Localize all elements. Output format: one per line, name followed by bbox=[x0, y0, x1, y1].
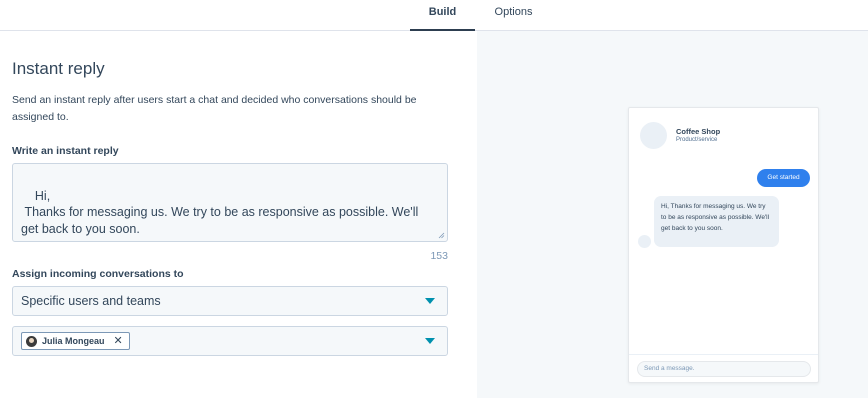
tab-options[interactable]: Options bbox=[481, 0, 546, 31]
divider bbox=[629, 354, 818, 355]
instant-reply-textarea[interactable]: Hi, Thanks for messaging us. We try to b… bbox=[12, 163, 448, 242]
bot-message-bubble: Hi, Thanks for messaging us. We try to b… bbox=[654, 196, 779, 247]
company-avatar bbox=[640, 122, 667, 149]
assign-label: Assign incoming conversations to bbox=[12, 268, 184, 280]
character-count: 153 bbox=[430, 250, 448, 262]
tab-bar: Build Options bbox=[0, 0, 868, 32]
company-name: Coffee Shop bbox=[676, 127, 721, 136]
page-title: Instant reply bbox=[12, 59, 105, 78]
close-icon[interactable]: ✕ bbox=[114, 335, 123, 347]
assign-dropdown[interactable]: Specific users and teams bbox=[12, 286, 448, 316]
assignee-chip: Julia Mongeau ✕ bbox=[21, 332, 130, 350]
message-input[interactable]: Send a message. bbox=[637, 361, 811, 377]
bot-avatar bbox=[638, 235, 651, 248]
settings-panel: Instant reply Send an instant reply afte… bbox=[0, 31, 477, 398]
assignee-name: Julia Mongeau bbox=[42, 336, 105, 346]
tab-build[interactable]: Build bbox=[410, 0, 475, 32]
assignee-multiselect[interactable]: Julia Mongeau ✕ bbox=[12, 326, 448, 356]
caret-down-icon bbox=[425, 338, 435, 344]
chat-widget-preview: Coffee Shop Product/service Get started … bbox=[628, 107, 819, 383]
resize-grip-icon[interactable] bbox=[438, 232, 445, 239]
avatar bbox=[26, 335, 37, 347]
preview-panel: Coffee Shop Product/service Get started … bbox=[477, 31, 868, 398]
reply-label: Write an instant reply bbox=[12, 145, 119, 157]
company-type: Product/service bbox=[676, 137, 718, 143]
assign-dropdown-value: Specific users and teams bbox=[21, 294, 161, 308]
get-started-button[interactable]: Get started bbox=[757, 169, 810, 187]
instant-reply-text: Hi, Thanks for messaging us. We try to b… bbox=[21, 188, 419, 236]
caret-down-icon bbox=[425, 298, 435, 304]
page-description: Send an instant reply after users start … bbox=[12, 94, 417, 123]
